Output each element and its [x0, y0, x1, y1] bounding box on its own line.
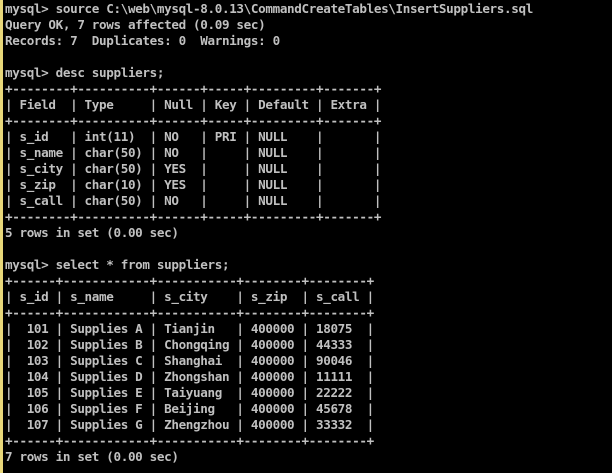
table-border: +--------+----------+------+-----+------… [5, 81, 382, 96]
table-border: +--------+----------+------+-----+------… [5, 209, 382, 224]
table-row: | s_zip | char(10) | YES | | NULL | | [5, 177, 382, 192]
table-row: | s_call | char(50) | NO | | NULL | | [5, 193, 382, 208]
table-row: | 105 | Supplies E | Taiyuang | 400000 |… [5, 385, 374, 400]
table-row: | 101 | Supplies A | Tianjin | 400000 | … [5, 321, 374, 336]
terminal-window[interactable]: mysql> source C:\web\mysql-8.0.13\Comman… [0, 0, 612, 473]
table-border: +------+------------+-----------+-------… [5, 433, 374, 448]
result-summary: 5 rows in set (0.00 sec) [5, 225, 179, 240]
table-border: +--------+----------+------+-----+------… [5, 113, 382, 128]
command-line-select: mysql> select * from suppliers; [5, 257, 230, 272]
command-line-source: mysql> source C:\web\mysql-8.0.13\Comman… [5, 1, 533, 16]
table-row: | s_name | char(50) | NO | | NULL | | [5, 145, 382, 160]
table-header-row: | Field | Type | Null | Key | Default | … [5, 97, 382, 112]
result-summary: 7 rows in set (0.00 sec) [5, 449, 179, 464]
table-row: | s_city | char(50) | YES | | NULL | | [5, 161, 382, 176]
table-row: | s_id | int(11) | NO | PRI | NULL | | [5, 129, 382, 144]
table-row: | 107 | Supplies G | Zhengzhou | 400000 … [5, 417, 374, 432]
table-row: | 103 | Supplies C | Shanghai | 400000 |… [5, 353, 374, 368]
output-line: Records: 7 Duplicates: 0 Warnings: 0 [5, 33, 280, 48]
table-border: +------+------------+-----------+-------… [5, 273, 374, 288]
table-row: | 102 | Supplies B | Chongqing | 400000 … [5, 337, 374, 352]
console-output[interactable]: mysql> source C:\web\mysql-8.0.13\Comman… [5, 1, 605, 465]
command-line-desc: mysql> desc suppliers; [5, 65, 165, 80]
table-row: | 104 | Supplies D | Zhongshan | 400000 … [5, 369, 374, 384]
table-row: | 106 | Supplies F | Beijing | 400000 | … [5, 401, 374, 416]
window-edge [0, 0, 3, 473]
output-line: Query OK, 7 rows affected (0.09 sec) [5, 17, 266, 32]
table-border: +------+------------+-----------+-------… [5, 305, 374, 320]
table-header-row: | s_id | s_name | s_city | s_zip | s_cal… [5, 289, 374, 304]
